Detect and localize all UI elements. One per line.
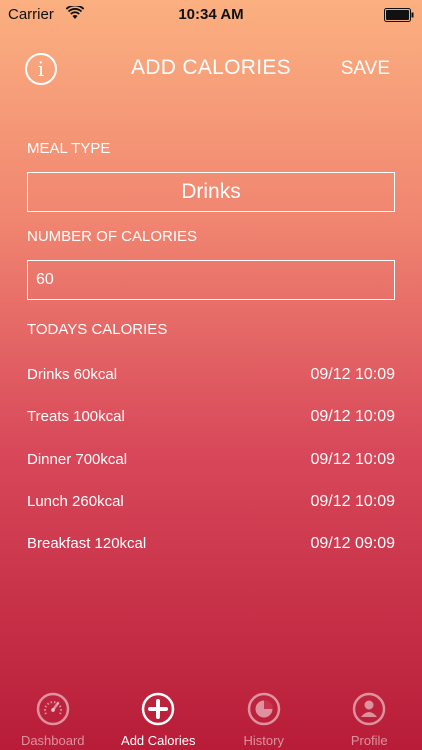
entry-name: Drinks 60kcal [27, 366, 118, 383]
pie-chart-icon [247, 692, 280, 726]
meal-type-select[interactable]: Drinks [27, 172, 395, 212]
meal-type-label: MEAL TYPE [27, 140, 111, 157]
tab-label: Add Calories [121, 733, 196, 748]
tab-label: Profile [350, 733, 388, 748]
entry-time: 09/12 10:09 [310, 366, 395, 383]
todays-calories-label: TODAYS CALORIES [27, 321, 168, 338]
gauge-icon [36, 692, 69, 726]
list-item[interactable]: Dinner 700kcal 09/12 10:09 [27, 449, 395, 491]
status-bar: Carrier 10:34 AM [0, 0, 422, 30]
tab-add-calories[interactable]: Add Calories [106, 690, 212, 750]
calories-label: NUMBER OF CALORIES [27, 228, 198, 245]
entry-name: Treats 100kcal [27, 408, 125, 426]
entry-name: Breakfast 120kcal [27, 535, 147, 553]
tab-label: Dashboard [20, 733, 85, 748]
entry-time: 09/12 10:09 [310, 408, 395, 426]
todays-calories-list: Drinks 60kcal 09/12 10:09 Treats 100kcal… [27, 364, 395, 575]
calories-input[interactable]: 60 [27, 260, 395, 300]
entry-name: Lunch 260kcal [27, 492, 124, 510]
entry-time: 09/12 10:09 [310, 492, 395, 510]
tab-bar: Dashboard Add Calories History Profile [0, 690, 422, 750]
tab-history[interactable]: History [211, 690, 317, 750]
entry-time: 09/12 10:09 [310, 450, 395, 468]
plus-circle-icon [142, 692, 175, 726]
status-time: 10:34 AM [178, 6, 244, 23]
user-icon [353, 692, 386, 726]
tab-dashboard[interactable]: Dashboard [0, 690, 106, 750]
entry-time: 09/12 09:09 [310, 535, 395, 553]
tab-profile[interactable]: Profile [317, 690, 422, 750]
list-item[interactable]: Treats 100kcal 09/12 10:09 [27, 406, 395, 448]
nav-bar: i ADD CALORIES SAVE [0, 48, 422, 88]
entry-name: Dinner 700kcal [27, 450, 128, 468]
list-item[interactable]: Lunch 260kcal 09/12 10:09 [27, 491, 395, 533]
tab-label: History [243, 733, 284, 748]
battery-icon [384, 8, 414, 22]
list-item[interactable]: Breakfast 120kcal 09/12 09:09 [27, 533, 395, 575]
list-item[interactable]: Drinks 60kcal 09/12 10:09 [27, 364, 395, 406]
save-button[interactable]: SAVE [341, 58, 390, 80]
